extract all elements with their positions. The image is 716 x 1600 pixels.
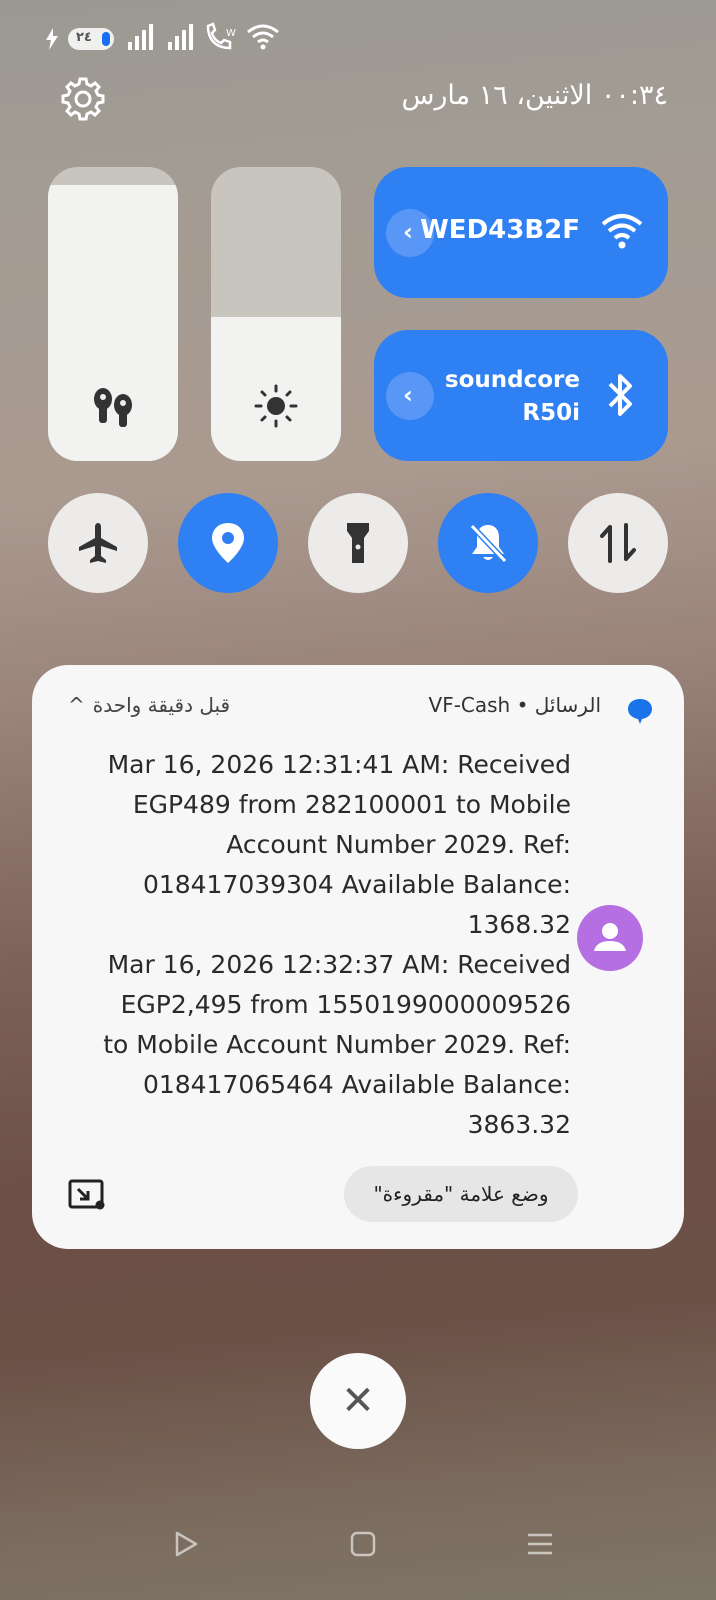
back-icon[interactable] bbox=[172, 1530, 200, 1558]
chevron-left-icon: ‹ bbox=[403, 218, 413, 246]
date-time: ٠٠:٣٤ الاثنين، ١٦ مارس bbox=[401, 80, 668, 111]
notification-source: الرسائل • VF-Cash bbox=[428, 693, 601, 717]
mobile-data-toggle[interactable] bbox=[568, 493, 668, 593]
do-not-disturb-toggle[interactable] bbox=[438, 493, 538, 593]
bluetooth-device-line2: R50i bbox=[522, 400, 580, 426]
charging-icon bbox=[46, 28, 58, 50]
earbuds-icon bbox=[94, 388, 132, 427]
clear-all-button[interactable]: ✕ bbox=[310, 1353, 406, 1449]
airplane-mode-toggle[interactable] bbox=[48, 493, 148, 593]
signal-icon bbox=[128, 24, 153, 50]
notification-time: قبل دقيقة واحدة bbox=[92, 693, 231, 717]
expand-window-icon[interactable] bbox=[68, 1178, 106, 1212]
bluetooth-icon bbox=[608, 374, 632, 416]
notification-card[interactable]: الرسائل • VF-Cash ^ قبل دقيقة واحدة Mar 1… bbox=[32, 665, 684, 1249]
bell-off-icon bbox=[469, 523, 508, 564]
flashlight-icon bbox=[347, 523, 369, 563]
notification-message-1: Mar 16, 2026 12:31:41 AM: Received EGP48… bbox=[107, 750, 571, 939]
wifi-calling-icon: W bbox=[206, 22, 236, 50]
home-icon[interactable] bbox=[349, 1530, 377, 1558]
battery-level: ٢٤ bbox=[76, 30, 92, 45]
close-icon: ✕ bbox=[341, 1378, 375, 1424]
volume-slider[interactable] bbox=[48, 167, 178, 461]
location-toggle[interactable] bbox=[178, 493, 278, 593]
flashlight-toggle[interactable] bbox=[308, 493, 408, 593]
brightness-icon bbox=[254, 384, 298, 428]
chevron-up-icon: ^ bbox=[68, 693, 85, 717]
battery-icon: ٢٤ bbox=[68, 28, 114, 50]
person-icon bbox=[594, 923, 626, 951]
navigation-bar bbox=[0, 1530, 716, 1580]
wifi-tile[interactable]: ‹ WED43B2F bbox=[374, 167, 668, 298]
notification-message-2: Mar 16, 2026 12:32:37 AM: Received EGP2,… bbox=[103, 950, 571, 1139]
airplane-icon bbox=[79, 523, 117, 563]
wifi-status-icon bbox=[247, 24, 279, 50]
recents-menu-icon[interactable] bbox=[526, 1530, 554, 1558]
wifi-network-name: WED43B2F bbox=[420, 215, 580, 245]
bluetooth-expand-button[interactable]: ‹ bbox=[386, 372, 434, 420]
signal-icon-2 bbox=[168, 24, 193, 50]
wifi-icon bbox=[601, 214, 643, 249]
notification-time-row[interactable]: ^ قبل دقيقة واحدة bbox=[68, 693, 230, 717]
mark-as-read-button[interactable]: وضع علامة "مقروءة" bbox=[344, 1166, 578, 1222]
bluetooth-device-line1: soundcore bbox=[444, 367, 580, 393]
status-bar: ٢٤ W bbox=[44, 22, 684, 56]
settings-gear-icon[interactable] bbox=[60, 76, 106, 122]
avatar bbox=[577, 905, 643, 971]
chevron-left-icon: ‹ bbox=[403, 381, 413, 409]
bluetooth-device-name: soundcore R50i bbox=[445, 364, 580, 430]
svg-text:W: W bbox=[226, 28, 236, 39]
messages-app-icon bbox=[628, 699, 652, 724]
location-pin-icon bbox=[212, 523, 244, 563]
brightness-slider[interactable] bbox=[211, 167, 341, 461]
data-transfer-icon bbox=[600, 523, 636, 563]
bluetooth-tile[interactable]: ‹ soundcore R50i bbox=[374, 330, 668, 461]
